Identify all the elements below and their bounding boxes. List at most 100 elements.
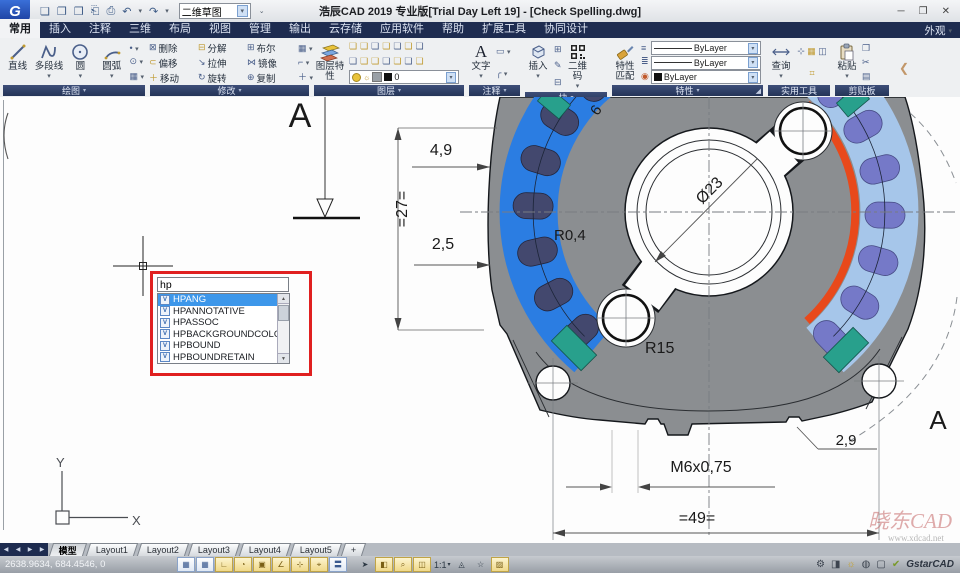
boolean-button[interactable]: ⊞布尔 xyxy=(247,40,296,55)
workspace-tool-icon[interactable]: ◧ xyxy=(375,557,393,572)
insert-block-button[interactable]: 插入 ▾ xyxy=(524,40,552,92)
properties-extra-tools[interactable]: ≡ ≣ ◉ xyxy=(639,40,651,85)
tab-layout[interactable]: 布局 xyxy=(160,19,200,38)
magnifier-icon[interactable]: ⌕ xyxy=(394,557,412,572)
tab-apps[interactable]: 应用软件 xyxy=(371,19,433,38)
inquiry-button[interactable]: 查询 ▾ xyxy=(767,40,795,85)
mirror-button[interactable]: ⋈镜像 xyxy=(247,55,296,70)
offset-button[interactable]: ⊂偏移 xyxy=(149,55,198,70)
donut-icon[interactable]: ⊙ ▾ xyxy=(129,56,144,67)
dim-2-5[interactable]: 2,5 xyxy=(414,236,490,269)
minimize-button[interactable]: ─ xyxy=(898,6,905,17)
panel-label-modify[interactable]: 修改▾ xyxy=(150,85,309,96)
undo-caret-icon[interactable]: ▾ xyxy=(138,7,142,15)
layer-tool-row-1[interactable]: ❏❏❏❏❏❏❏ xyxy=(349,41,459,52)
tab-view[interactable]: 视图 xyxy=(200,19,240,38)
tab-insert[interactable]: 插入 xyxy=(40,19,80,38)
create-block-icon[interactable]: ⊞ xyxy=(554,44,562,55)
lineweight-dropdown[interactable]: ByLayer ▾ xyxy=(651,41,761,55)
tab-layout1[interactable]: Layout1 xyxy=(86,543,138,556)
new-file-icon[interactable]: ❏ xyxy=(40,5,50,18)
cut-icon[interactable]: ✂ xyxy=(862,57,871,68)
fillet-icon[interactable]: ⌐ ▾ xyxy=(298,57,313,67)
save-as-icon[interactable]: ⎗ xyxy=(91,5,100,18)
annotation-scale-button[interactable]: 1:1▾ xyxy=(434,560,451,570)
autocomplete-item[interactable]: V HPBOUNDRETAIN xyxy=(158,352,289,364)
id-point-icon[interactable]: ⊹ xyxy=(797,46,805,57)
add-layout-button[interactable]: + xyxy=(341,543,366,556)
dim-r15[interactable]: R15 xyxy=(645,340,674,357)
stretch-button[interactable]: ↘拉伸 xyxy=(198,55,247,70)
command-input[interactable] xyxy=(157,277,289,292)
tab-cloud[interactable]: 云存储 xyxy=(320,19,371,38)
undo-icon[interactable]: ↶ xyxy=(122,5,131,18)
next-layout-icon[interactable]: ▶ xyxy=(28,546,33,553)
scroll-up-icon[interactable]: ▲ xyxy=(278,294,289,304)
last-layout-icon[interactable]: ▶ xyxy=(40,546,45,553)
tab-layout3[interactable]: Layout3 xyxy=(188,543,240,556)
utilities-extra-tools[interactable]: ⊹▦ ◫⌗ xyxy=(795,40,829,85)
drawing-canvas[interactable]: =27= 4,9 2,5 Ø23 R0,4 R15 6 2,9 xyxy=(0,97,960,543)
area-icon[interactable]: ▦ xyxy=(807,46,816,57)
linetype-list-icon[interactable]: ≣ xyxy=(641,56,649,67)
autocomplete-item[interactable]: V HPBACKGROUNDCOLOR xyxy=(158,329,289,341)
otrack-toggle-icon[interactable]: ∠ xyxy=(272,557,290,572)
edit-block-icon[interactable]: ✎ xyxy=(554,60,562,71)
annotation-extra-tools[interactable]: ▭ ▾ ╭ ▾ xyxy=(494,40,513,85)
panel-label-clipboard[interactable]: 剪贴板 xyxy=(835,85,889,96)
panel-label-draw[interactable]: 绘图▾ xyxy=(3,85,145,96)
panel-label-annotation[interactable]: 注释▾ xyxy=(469,85,520,96)
block-extra-tools[interactable]: ⊞ ✎ ⊟ xyxy=(552,40,564,92)
open-file-icon[interactable]: ❐ xyxy=(57,5,67,18)
leader-icon[interactable]: ╭ ▾ xyxy=(496,68,511,79)
redo-caret-icon[interactable]: ▾ xyxy=(165,7,169,15)
tab-home[interactable]: 常用 xyxy=(0,19,40,38)
settings-gear-icon[interactable]: ⚙ xyxy=(816,559,825,570)
array-icon[interactable]: ▦ ▾ xyxy=(298,43,313,54)
tab-collaboration[interactable]: 协同设计 xyxy=(535,19,597,38)
select-cursor-icon[interactable]: ➤ xyxy=(356,557,374,572)
paste-special-icon[interactable]: ▤ xyxy=(862,71,871,82)
arc-button[interactable]: 圆弧 ▾ xyxy=(96,40,127,85)
grid-toggle-icon[interactable]: ▦ xyxy=(177,557,195,572)
annotation-visibility-icon[interactable]: ◬ xyxy=(453,557,471,572)
draw-extra-tools[interactable]: • ▾ ⊙ ▾ ▦ ▾ xyxy=(127,40,146,85)
point-icon[interactable]: • ▾ xyxy=(129,43,144,53)
copy-clip-icon[interactable]: ❐ xyxy=(862,43,871,54)
toolbar-options-icon[interactable]: ⌄ xyxy=(259,7,265,15)
dim-r04[interactable]: R0,4 xyxy=(554,227,586,244)
trim-icon[interactable]: ＋ ▾ xyxy=(298,70,313,83)
attributes-icon[interactable]: ⊟ xyxy=(554,77,562,88)
tab-annotate[interactable]: 注释 xyxy=(80,19,120,38)
paste-button[interactable]: 粘贴 ▾ xyxy=(834,40,860,85)
auto-annotation-icon[interactable]: ☆ xyxy=(472,557,490,572)
properties-dialog-launcher-icon[interactable]: ◢ xyxy=(756,87,761,95)
autocomplete-scrollbar[interactable]: ▲ ▼ xyxy=(277,294,289,363)
clipboard-extra-tools[interactable]: ❐ ✂ ▤ xyxy=(860,40,873,85)
hatch-icon[interactable]: ▦ ▾ xyxy=(129,71,144,82)
appearance-button[interactable]: 外观▾ xyxy=(924,23,960,38)
autocomplete-item[interactable]: V HPBOUND xyxy=(158,340,289,352)
explode-button[interactable]: ⊟分解 xyxy=(198,40,247,55)
fullscreen-icon[interactable]: ▢ xyxy=(876,559,885,570)
copy-button[interactable]: ⊕复制 xyxy=(247,70,296,85)
match-properties-button[interactable]: 特性匹配 xyxy=(611,40,639,85)
dynamic-ucs-toggle-icon[interactable]: ⊹ xyxy=(291,557,309,572)
print-icon[interactable]: ⎙ xyxy=(106,5,115,18)
lineweight-list-icon[interactable]: ≡ xyxy=(641,43,649,53)
polyline-button[interactable]: 多段线 ▾ xyxy=(33,40,64,85)
redo-icon[interactable]: ↷ xyxy=(149,5,158,18)
erase-button[interactable]: ⊠删除 xyxy=(149,40,198,55)
network-icon[interactable]: ◍ xyxy=(862,559,871,570)
dim-49[interactable]: =49= xyxy=(553,510,879,537)
layer-select-dropdown[interactable]: ☼ 0 ▾ xyxy=(349,70,459,84)
color-dropdown[interactable]: ByLayer ▾ xyxy=(651,70,761,84)
workspace-dropdown[interactable]: 二维草图 ▾ xyxy=(179,3,251,19)
save-icon[interactable]: ❒ xyxy=(74,5,84,18)
lineweight-toggle-icon[interactable]: 〓 xyxy=(329,557,347,572)
bulb-icon[interactable]: ☼ xyxy=(846,559,855,570)
display-lock-icon[interactable]: ◨ xyxy=(831,559,840,570)
dynamic-input-toggle-icon[interactable]: ⌖ xyxy=(310,557,328,572)
first-layout-icon[interactable]: ◀ xyxy=(4,546,9,553)
ortho-toggle-icon[interactable]: ∟ xyxy=(215,557,233,572)
